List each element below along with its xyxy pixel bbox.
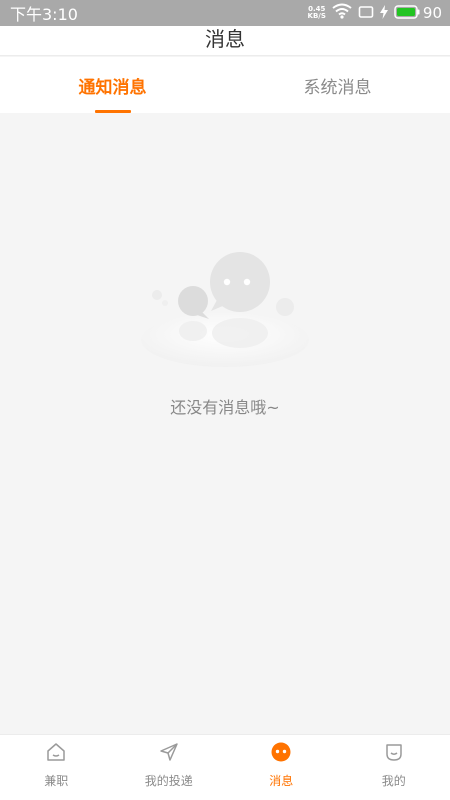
battery-level: 90 — [422, 4, 442, 22]
nav-label: 我的 — [381, 774, 406, 788]
nav-item-my-applications[interactable]: 我的投递 — [113, 735, 226, 800]
message-icon — [270, 741, 292, 763]
tab-label: 系统消息 — [303, 77, 372, 98]
battery: 90 — [394, 4, 442, 23]
message-tabs: 通知消息 系统消息 — [0, 57, 450, 113]
battery-icon — [394, 4, 420, 23]
charging-icon — [379, 4, 388, 23]
screen-rotate-icon — [358, 4, 374, 23]
tab-notification-messages[interactable]: 通知消息 — [0, 57, 225, 113]
bottom-navigation: 兼职 我的投递 消息 我的 — [0, 734, 450, 800]
nav-label: 兼职 — [44, 774, 69, 788]
status-time: 下午3:10 — [10, 5, 78, 24]
nav-item-profile[interactable]: 我的 — [338, 735, 450, 800]
nav-label: 消息 — [269, 774, 294, 788]
empty-state-message: 还没有消息哦~ — [170, 398, 280, 417]
status-icons: 0.45 KB/S 90 — [308, 3, 442, 23]
paper-plane-icon — [158, 741, 180, 763]
page-title: 消息 — [205, 27, 245, 51]
network-speed: 0.45 KB/S — [308, 6, 326, 20]
tab-label: 通知消息 — [78, 77, 147, 98]
tab-system-messages[interactable]: 系统消息 — [225, 57, 450, 113]
wifi-icon — [332, 3, 352, 23]
profile-icon — [383, 741, 405, 763]
network-speed-unit: KB/S — [307, 12, 326, 20]
home-icon — [45, 741, 67, 763]
chat-bubbles-illustration — [135, 245, 315, 375]
tab-active-indicator — [94, 110, 131, 113]
nav-label: 我的投递 — [144, 774, 193, 788]
header: 消息 — [0, 26, 450, 56]
status-bar: 下午3:10 0.45 KB/S 90 — [0, 0, 450, 26]
nav-item-messages[interactable]: 消息 — [225, 735, 338, 800]
nav-item-part-time[interactable]: 兼职 — [0, 735, 113, 800]
